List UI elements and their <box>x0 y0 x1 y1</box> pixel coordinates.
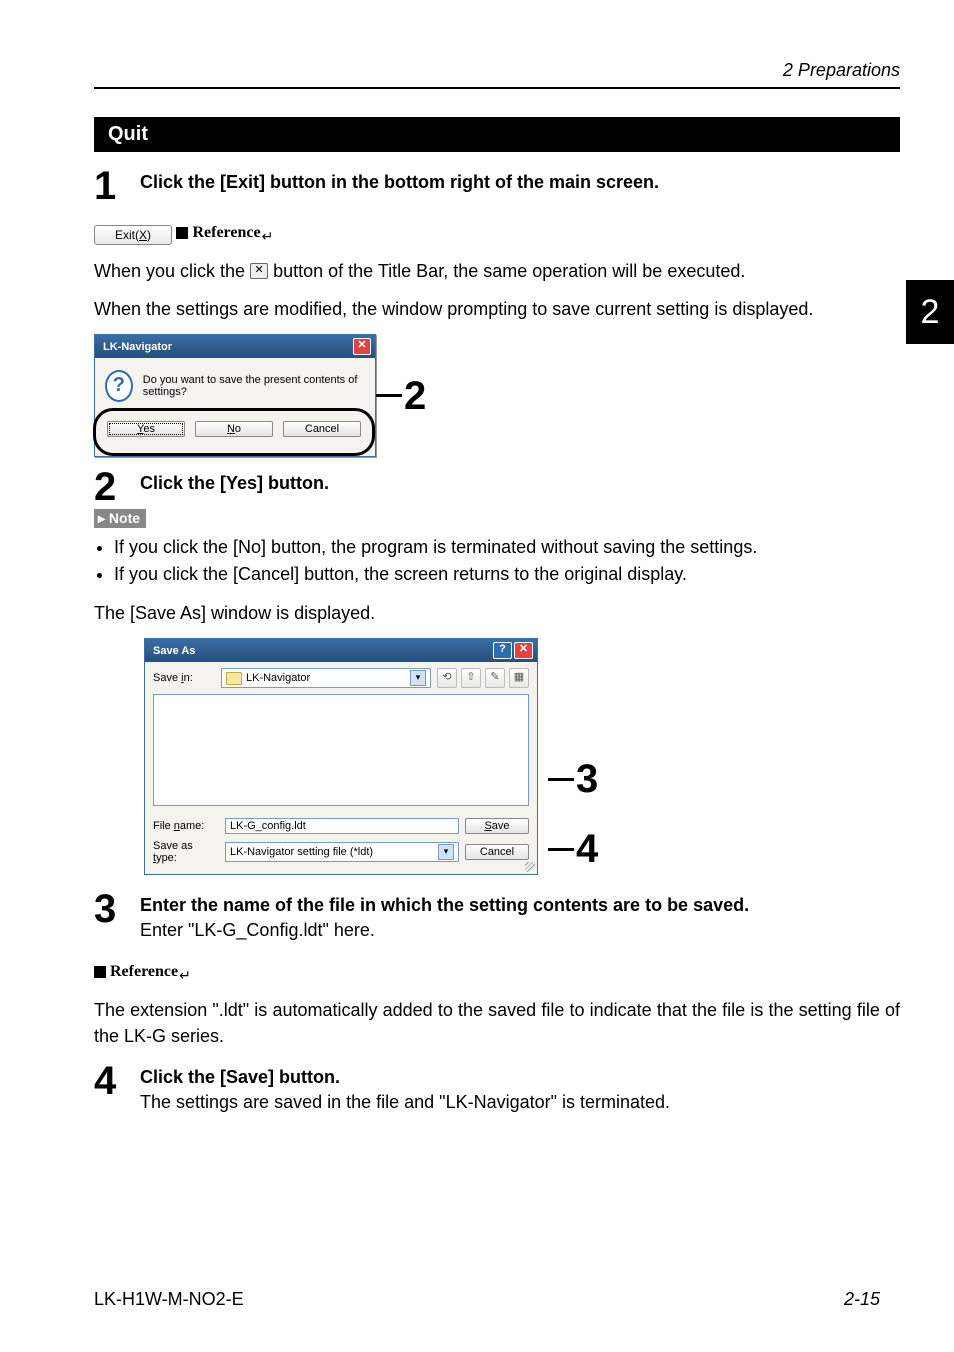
save-as-dialog: Save As ? ✕ Save in: LK-Navigator ▾ ⟲ ⇧ … <box>144 638 538 875</box>
page-footer: LK-H1W-M-NO2-E 2-15 <box>94 1289 880 1310</box>
file-list[interactable] <box>153 694 529 806</box>
step-title: Click the [Save] button. <box>140 1067 900 1088</box>
chapter-header: 2 Preparations <box>94 60 900 89</box>
dialog-message: Do you want to save the present contents… <box>143 374 365 398</box>
cancel-button[interactable]: Cancel <box>465 844 529 860</box>
list-item: If you click the [No] button, the progra… <box>114 534 900 561</box>
page-number: 2-15 <box>844 1289 880 1310</box>
section-title-bar: Quit <box>94 117 900 152</box>
callout-3: 3 <box>548 759 598 799</box>
body-paragraph: The [Save As] window is displayed. <box>94 600 900 626</box>
chevron-down-icon[interactable]: ▾ <box>438 844 454 860</box>
callout-4: 4 <box>548 829 598 869</box>
list-item: If you click the [Cancel] button, the sc… <box>114 561 900 588</box>
question-icon: ? <box>105 370 133 402</box>
close-icon[interactable]: ✕ <box>514 642 533 659</box>
no-button[interactable]: No <box>195 421 273 437</box>
help-icon[interactable]: ? <box>493 642 512 659</box>
step-1: 1 Click the [Exit] button in the bottom … <box>94 166 900 206</box>
body-paragraph: When the settings are modified, the wind… <box>94 296 900 322</box>
exit-button[interactable]: Exit(X) <box>94 225 172 245</box>
save-type-label: Save as type: <box>153 840 219 864</box>
chevron-down-icon[interactable]: ▾ <box>410 670 426 686</box>
step-title: Enter the name of the file in which the … <box>140 895 900 916</box>
reference-text-2: The extension ".ldt" is automatically ad… <box>94 997 900 1049</box>
close-icon: ✕ <box>250 263 268 279</box>
resize-grip-icon[interactable] <box>525 862 535 872</box>
note-label: ▸ Note <box>94 509 146 528</box>
save-type-combo[interactable]: LK-Navigator setting file (*ldt) ▾ <box>225 842 459 862</box>
save-in-label: Save in: <box>153 672 215 684</box>
reference-label: Reference ↵ <box>94 963 191 981</box>
save-button[interactable]: Save <box>465 818 529 834</box>
file-name-label: File name: <box>153 820 219 832</box>
view-menu-icon[interactable]: ▦ <box>509 668 529 688</box>
up-icon[interactable]: ⇧ <box>461 668 481 688</box>
square-icon <box>94 966 106 978</box>
close-icon[interactable]: ✕ <box>353 338 371 355</box>
step-number: 1 <box>94 166 140 206</box>
step-3: 3 Enter the name of the file in which th… <box>94 889 900 941</box>
page-curl-icon: ↵ <box>262 228 274 245</box>
confirm-dialog: LK-Navigator ✕ ? Do you want to save the… <box>94 334 376 457</box>
file-name-input[interactable]: LK-G_config.ldt <box>225 818 459 834</box>
callout-2: 2 <box>376 376 426 416</box>
note-list: If you click the [No] button, the progra… <box>94 534 900 588</box>
new-folder-icon[interactable]: ✎ <box>485 668 505 688</box>
step-title: Click the [Yes] button. <box>140 473 900 494</box>
dialog-title: Save As <box>153 645 195 657</box>
cancel-button[interactable]: Cancel <box>283 421 361 437</box>
step-number: 2 <box>94 467 140 507</box>
step-2: 2 Click the [Yes] button. <box>94 467 900 507</box>
back-icon[interactable]: ⟲ <box>437 668 457 688</box>
doc-code: LK-H1W-M-NO2-E <box>94 1289 244 1310</box>
step-subtext: The settings are saved in the file and "… <box>140 1092 900 1113</box>
reference-label: Reference ↵ <box>176 224 273 242</box>
step-subtext: Enter "LK-G_Config.ldt" here. <box>140 920 900 941</box>
chapter-side-tab: 2 <box>906 280 954 344</box>
reference-text-1: When you click the ✕ button of the Title… <box>94 258 900 284</box>
page-curl-icon: ↵ <box>179 967 191 984</box>
step-title: Click the [Exit] button in the bottom ri… <box>140 172 900 193</box>
step-4: 4 Click the [Save] button. The settings … <box>94 1061 900 1113</box>
yes-button[interactable]: Yes <box>107 421 185 437</box>
step-number: 4 <box>94 1061 140 1101</box>
folder-icon <box>226 672 242 685</box>
step-number: 3 <box>94 889 140 929</box>
square-icon <box>176 227 188 239</box>
save-in-combo[interactable]: LK-Navigator ▾ <box>221 668 431 688</box>
dialog-title: LK-Navigator <box>103 341 172 353</box>
